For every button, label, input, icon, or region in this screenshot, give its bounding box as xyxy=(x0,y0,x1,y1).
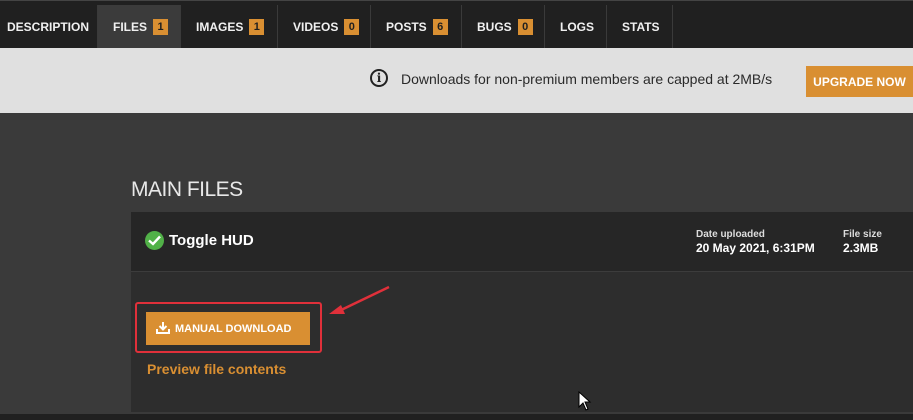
manual-download-label: MANUAL DOWNLOAD xyxy=(175,322,292,335)
tab-label: LOGS xyxy=(560,20,595,34)
info-icon: i xyxy=(370,69,388,87)
tab-label: FILES xyxy=(113,20,148,34)
red-arrow-annotation xyxy=(329,285,390,314)
check-circle-icon xyxy=(145,231,164,250)
upgrade-now-button[interactable]: UPGRADE NOW xyxy=(806,66,913,97)
download-icon xyxy=(156,321,170,337)
bottom-divider xyxy=(0,414,913,420)
tab-stats[interactable]: STATS xyxy=(607,5,673,49)
tab-count-badge: 1 xyxy=(153,19,169,35)
tab-files[interactable]: FILES 1 xyxy=(98,5,181,49)
section-title: MAIN FILES xyxy=(131,178,243,201)
tab-count-badge: 0 xyxy=(517,19,533,35)
tab-images[interactable]: IMAGES 1 xyxy=(181,5,278,49)
file-header[interactable]: Toggle HUD Date uploaded 20 May 2021, 6:… xyxy=(131,212,913,272)
tab-count-badge: 6 xyxy=(432,19,448,35)
file-size-value: 2.3MB xyxy=(843,241,879,255)
tab-label: DESCRIPTION xyxy=(7,20,90,34)
file-size-label: File size xyxy=(843,229,882,240)
tab-logs[interactable]: LOGS xyxy=(545,5,607,49)
tab-label: VIDEOS xyxy=(293,20,339,34)
tab-bar: DESCRIPTION FILES 1 IMAGES 1 VIDEOS 0 PO… xyxy=(0,0,913,49)
tab-label: IMAGES xyxy=(196,20,244,34)
tab-videos[interactable]: VIDEOS 0 xyxy=(278,5,371,49)
premium-notice-bar: i Downloads for non-premium members are … xyxy=(0,48,913,113)
tab-posts[interactable]: POSTS 6 xyxy=(371,5,462,49)
date-uploaded-value: 20 May 2021, 6:31PM xyxy=(696,241,815,255)
tab-count-badge: 0 xyxy=(344,19,360,35)
date-uploaded-label: Date uploaded xyxy=(696,229,765,240)
tab-label: STATS xyxy=(622,20,660,34)
tab-label: POSTS xyxy=(386,20,427,34)
manual-download-button[interactable]: MANUAL DOWNLOAD xyxy=(146,312,310,345)
notice-text: Downloads for non-premium members are ca… xyxy=(401,71,773,87)
preview-file-contents-link[interactable]: Preview file contents xyxy=(147,361,286,377)
tab-description[interactable]: DESCRIPTION xyxy=(0,5,98,49)
tab-label: BUGS xyxy=(477,20,512,34)
mouse-cursor-icon xyxy=(578,391,592,411)
tab-count-badge: 1 xyxy=(249,19,265,35)
file-name: Toggle HUD xyxy=(169,232,254,249)
tab-bugs[interactable]: BUGS 0 xyxy=(462,5,545,49)
